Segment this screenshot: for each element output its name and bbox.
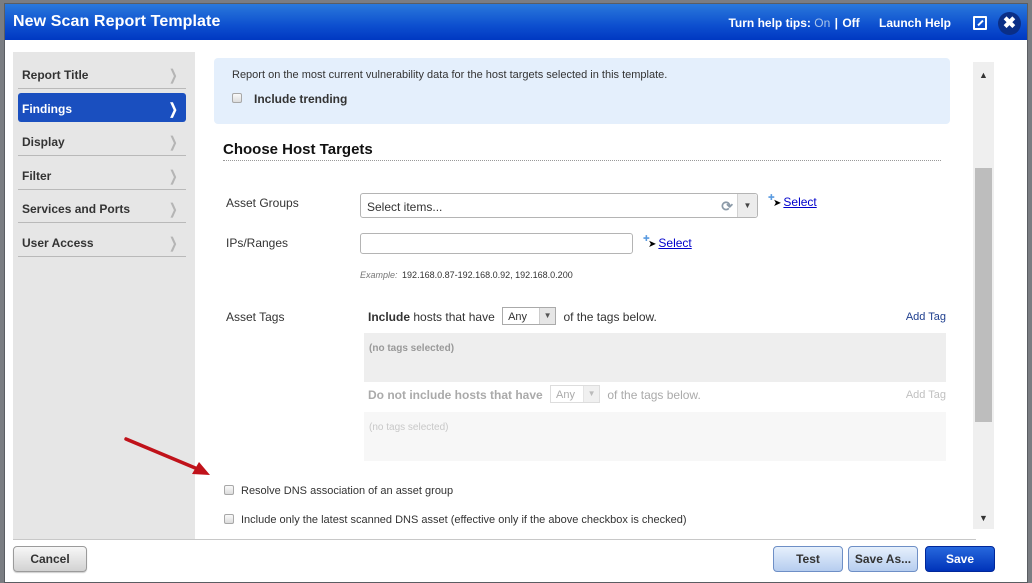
exclude-tags-row: Do not include hosts that have Any ▼ of …	[368, 385, 701, 404]
chevron-right-icon: ❯	[169, 168, 179, 185]
example-text: 192.168.0.87-192.168.0.92, 192.168.0.200	[402, 270, 573, 280]
ips-example-hint: Example: 192.168.0.87-192.168.0.92, 192.…	[360, 270, 573, 280]
resolve-dns-label: Resolve DNS association of an asset grou…	[241, 485, 454, 497]
dialog-title: New Scan Report Template	[13, 13, 221, 30]
sidebar-item-user-access[interactable]: User Access ❯	[18, 227, 186, 257]
popout-icon[interactable]	[973, 16, 987, 30]
asset-groups-select-text[interactable]: Select	[783, 195, 816, 209]
save-as-button[interactable]: Save As...	[848, 546, 918, 572]
chevron-down-icon: ▼	[539, 308, 556, 325]
footer-divider	[13, 539, 196, 540]
cursor-plus-icon: ✚ ➤	[768, 193, 782, 209]
sidebar-item-report-title[interactable]: Report Title ❯	[18, 59, 186, 89]
annotation-arrow-icon	[124, 437, 210, 475]
resolve-dns-option[interactable]: Resolve DNS association of an asset grou…	[224, 485, 453, 497]
exclude-hosts-text: Do not include hosts that have	[368, 388, 543, 402]
include-add-tag-link[interactable]: Add Tag	[906, 311, 946, 323]
include-tags-box: (no tags selected)	[364, 333, 946, 382]
include-hosts-text: hosts that have	[410, 310, 495, 324]
help-tips-on-link[interactable]: On	[814, 16, 830, 30]
refresh-icon[interactable]: ⟳	[721, 198, 733, 215]
latest-dns-asset-label: Include only the latest scanned DNS asse…	[241, 514, 687, 526]
sidebar-item-findings[interactable]: Findings ❯	[18, 93, 186, 122]
launch-help-link[interactable]: Launch Help	[879, 16, 951, 30]
scroll-down-arrow-icon[interactable]: ▼	[973, 509, 994, 527]
exclude-tags-box: (no tags selected)	[364, 412, 946, 461]
sidebar-item-label: User Access	[22, 236, 94, 250]
include-trending-checkbox[interactable]	[232, 93, 242, 104]
sidebar-item-label: Findings	[22, 102, 72, 116]
info-box: Report on the most current vulnerability…	[214, 58, 950, 124]
asset-groups-label: Asset Groups	[226, 196, 299, 210]
chevron-right-icon: ❯	[169, 134, 179, 151]
chevron-right-icon: ❯	[169, 235, 179, 252]
exclude-suffix-text: of the tags below.	[607, 388, 701, 402]
help-tips-separator: |	[834, 16, 838, 30]
help-tips-label: Turn help tips:	[728, 16, 811, 30]
test-button[interactable]: Test	[773, 546, 843, 572]
exclude-match-select[interactable]: Any ▼	[550, 385, 601, 404]
exclude-match-value: Any	[556, 389, 575, 402]
include-tags-row: Include hosts that have Any ▼ of the tag…	[368, 307, 657, 326]
ips-ranges-input[interactable]	[360, 233, 633, 254]
help-tips-off-link[interactable]: Off	[842, 16, 859, 30]
latest-dns-asset-option[interactable]: Include only the latest scanned DNS asse…	[224, 514, 687, 526]
cancel-button[interactable]: Cancel	[13, 546, 87, 572]
sidebar-item-display[interactable]: Display ❯	[18, 126, 186, 156]
resolve-dns-checkbox[interactable]	[224, 485, 234, 496]
ips-ranges-select-link[interactable]: ✚ ➤ Select	[643, 234, 692, 250]
include-bold-text: Include	[368, 310, 411, 324]
sidebar-item-filter[interactable]: Filter ❯	[18, 160, 186, 190]
include-empty-text: (no tags selected)	[369, 343, 455, 354]
cursor-plus-icon: ✚ ➤	[643, 234, 657, 250]
exclude-add-tag-link[interactable]: Add Tag	[906, 389, 946, 401]
scroll-thumb[interactable]	[975, 168, 992, 422]
latest-dns-asset-checkbox[interactable]	[224, 514, 234, 525]
chevron-right-icon: ❯	[169, 101, 179, 118]
example-prefix: Example:	[360, 270, 398, 280]
chevron-down-icon[interactable]: ▼	[737, 194, 757, 217]
asset-groups-select[interactable]: Select items... ⟳ ▼	[360, 193, 758, 218]
sidebar-item-services-and-ports[interactable]: Services and Ports ❯	[18, 193, 186, 223]
scroll-up-arrow-icon[interactable]: ▲	[973, 66, 994, 84]
help-tips-controls: Turn help tips: On | Off Launch Help	[728, 16, 951, 30]
title-bar: New Scan Report Template Turn help tips:…	[5, 4, 1027, 40]
chevron-right-icon: ❯	[169, 67, 179, 84]
findings-panel: Report on the most current vulnerability…	[196, 52, 956, 539]
close-icon[interactable]: ✖	[998, 12, 1021, 35]
exclude-empty-text: (no tags selected)	[369, 422, 449, 433]
section-title: Choose Host Targets	[223, 141, 373, 158]
content-scrollbar[interactable]: ▲ ▼	[973, 62, 994, 529]
chevron-right-icon: ❯	[169, 201, 179, 218]
section-divider	[223, 160, 941, 161]
ips-ranges-label: IPs/Ranges	[226, 236, 289, 250]
sidebar-item-label: Services and Ports	[22, 202, 131, 216]
asset-tags-label: Asset Tags	[226, 310, 285, 324]
sidebar-item-label: Report Title	[22, 68, 89, 82]
sidebar-item-label: Display	[22, 135, 65, 149]
include-trending-option[interactable]: Include trending	[232, 92, 347, 106]
save-button[interactable]: Save	[925, 546, 995, 572]
findings-description: Report on the most current vulnerability…	[232, 69, 668, 81]
include-match-select[interactable]: Any ▼	[502, 307, 557, 326]
sidebar-item-label: Filter	[22, 169, 52, 183]
asset-groups-select-link[interactable]: ✚ ➤ Select	[768, 193, 817, 209]
include-suffix-text: of the tags below.	[563, 310, 657, 324]
ips-ranges-select-text[interactable]: Select	[658, 236, 691, 250]
asset-groups-placeholder: Select items...	[367, 200, 443, 214]
include-match-value: Any	[508, 311, 528, 324]
footer-divider	[196, 539, 976, 540]
chevron-down-icon: ▼	[583, 386, 600, 403]
include-trending-label: Include trending	[254, 92, 348, 106]
